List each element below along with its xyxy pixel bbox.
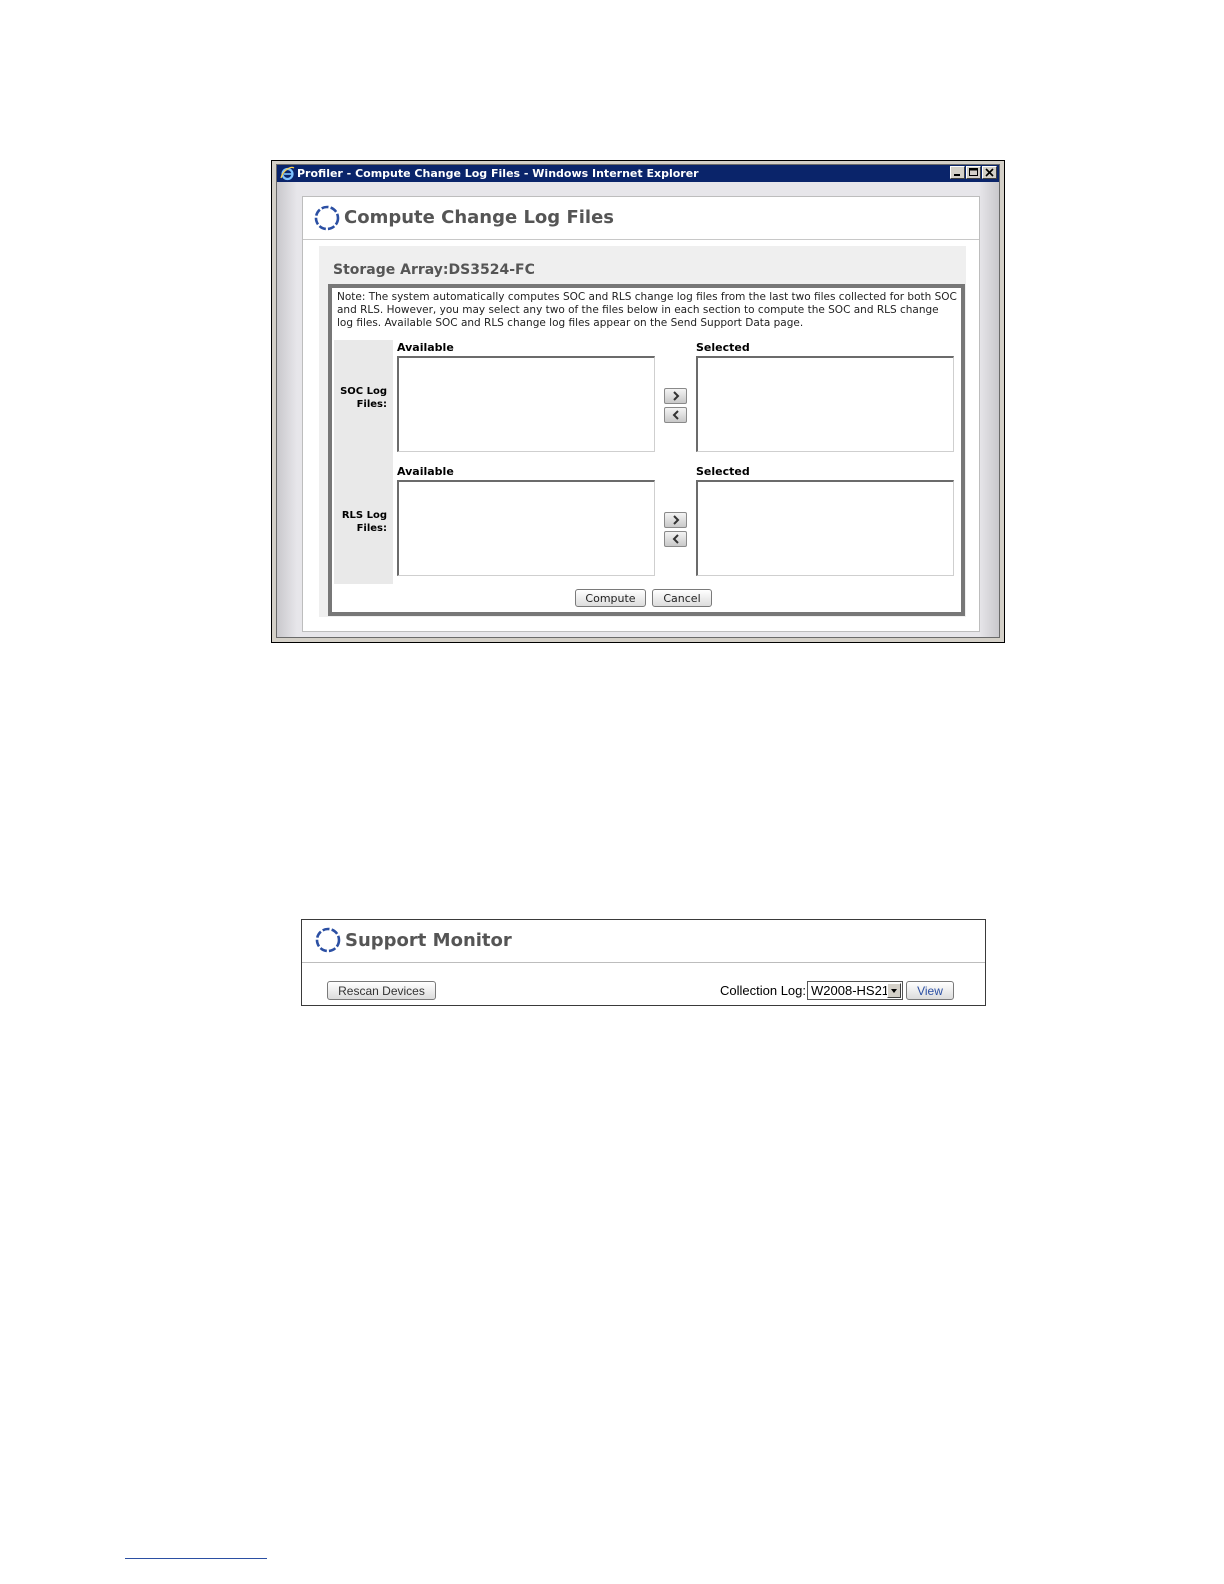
window-controls [950,166,997,179]
dropdown-arrow-button[interactable] [887,983,901,998]
rescan-devices-button[interactable]: Rescan Devices [327,981,436,1000]
support-monitor-panel: Support Monitor Rescan Devices Collectio… [301,919,986,1006]
chevron-left-icon [672,410,679,420]
profiler-logo-icon [314,205,340,231]
rls-available-list[interactable] [397,480,655,576]
page-title: Compute Change Log Files [344,207,614,228]
log-files-form: Note: The system automatically computes … [328,284,965,616]
window-titlebar[interactable]: Profiler - Compute Change Log Files - Wi… [277,165,999,182]
compute-button[interactable]: Compute [575,589,646,607]
rls-selected-list[interactable] [696,480,954,576]
ie-window: Profiler - Compute Change Log Files - Wi… [271,160,1005,643]
soc-label-line1: SOC Log [340,386,387,397]
soc-available-list[interactable] [397,356,655,452]
support-monitor-title: Support Monitor [345,930,512,951]
storage-array-panel: Storage Array:DS3524-FC Note: The system… [319,246,966,617]
rls-label-line2: Files: [356,523,387,534]
internet-explorer-icon [280,166,295,181]
view-button[interactable]: View [906,981,954,1000]
maximize-icon [969,168,978,176]
minimize-button[interactable] [950,166,965,179]
chevron-down-icon [891,989,897,993]
soc-log-files-label: SOC Log Files: [340,385,387,411]
rls-label-line1: RLS Log [341,510,387,521]
soc-selected-label: Selected [696,341,750,354]
chevron-left-icon [672,534,679,544]
collection-log-select[interactable]: W2008-HS21 [807,981,903,1000]
cancel-button[interactable]: Cancel [652,589,712,607]
support-monitor-header: Support Monitor [302,920,985,963]
ie-window-inner: Profiler - Compute Change Log Files - Wi… [276,164,1000,638]
chevron-right-icon [673,391,680,401]
page-header: Compute Change Log Files [303,197,979,240]
note-text: Note: The system automatically computes … [337,291,957,329]
soc-available-label: Available [397,341,454,354]
collection-log-label: Collection Log: [720,983,806,998]
rls-add-button[interactable] [664,512,687,528]
close-button[interactable] [982,166,997,179]
minimize-icon [954,174,960,176]
window-title: Profiler - Compute Change Log Files - Wi… [297,167,699,180]
soc-selected-list[interactable] [696,356,954,452]
rls-selected-label: Selected [696,465,750,478]
chevron-right-icon [673,515,680,525]
rls-available-label: Available [397,465,454,478]
section-label-column: SOC Log Files: RLS Log Files: [334,340,393,584]
storage-array-label: Storage Array:DS3524-FC [333,262,535,278]
soc-label-line2: Files: [356,399,387,410]
profiler-logo-icon [315,927,341,953]
close-icon [985,168,994,177]
maximize-button[interactable] [966,166,981,179]
footnote-separator [125,1558,267,1559]
soc-remove-button[interactable] [664,407,687,423]
soc-add-button[interactable] [664,388,687,404]
rls-remove-button[interactable] [664,531,687,547]
compute-page-card: Compute Change Log Files Storage Array:D… [302,196,980,632]
collection-log-value: W2008-HS21 [811,983,890,998]
rls-log-files-label: RLS Log Files: [342,509,387,535]
browser-content: Compute Change Log Files Storage Array:D… [277,182,999,637]
